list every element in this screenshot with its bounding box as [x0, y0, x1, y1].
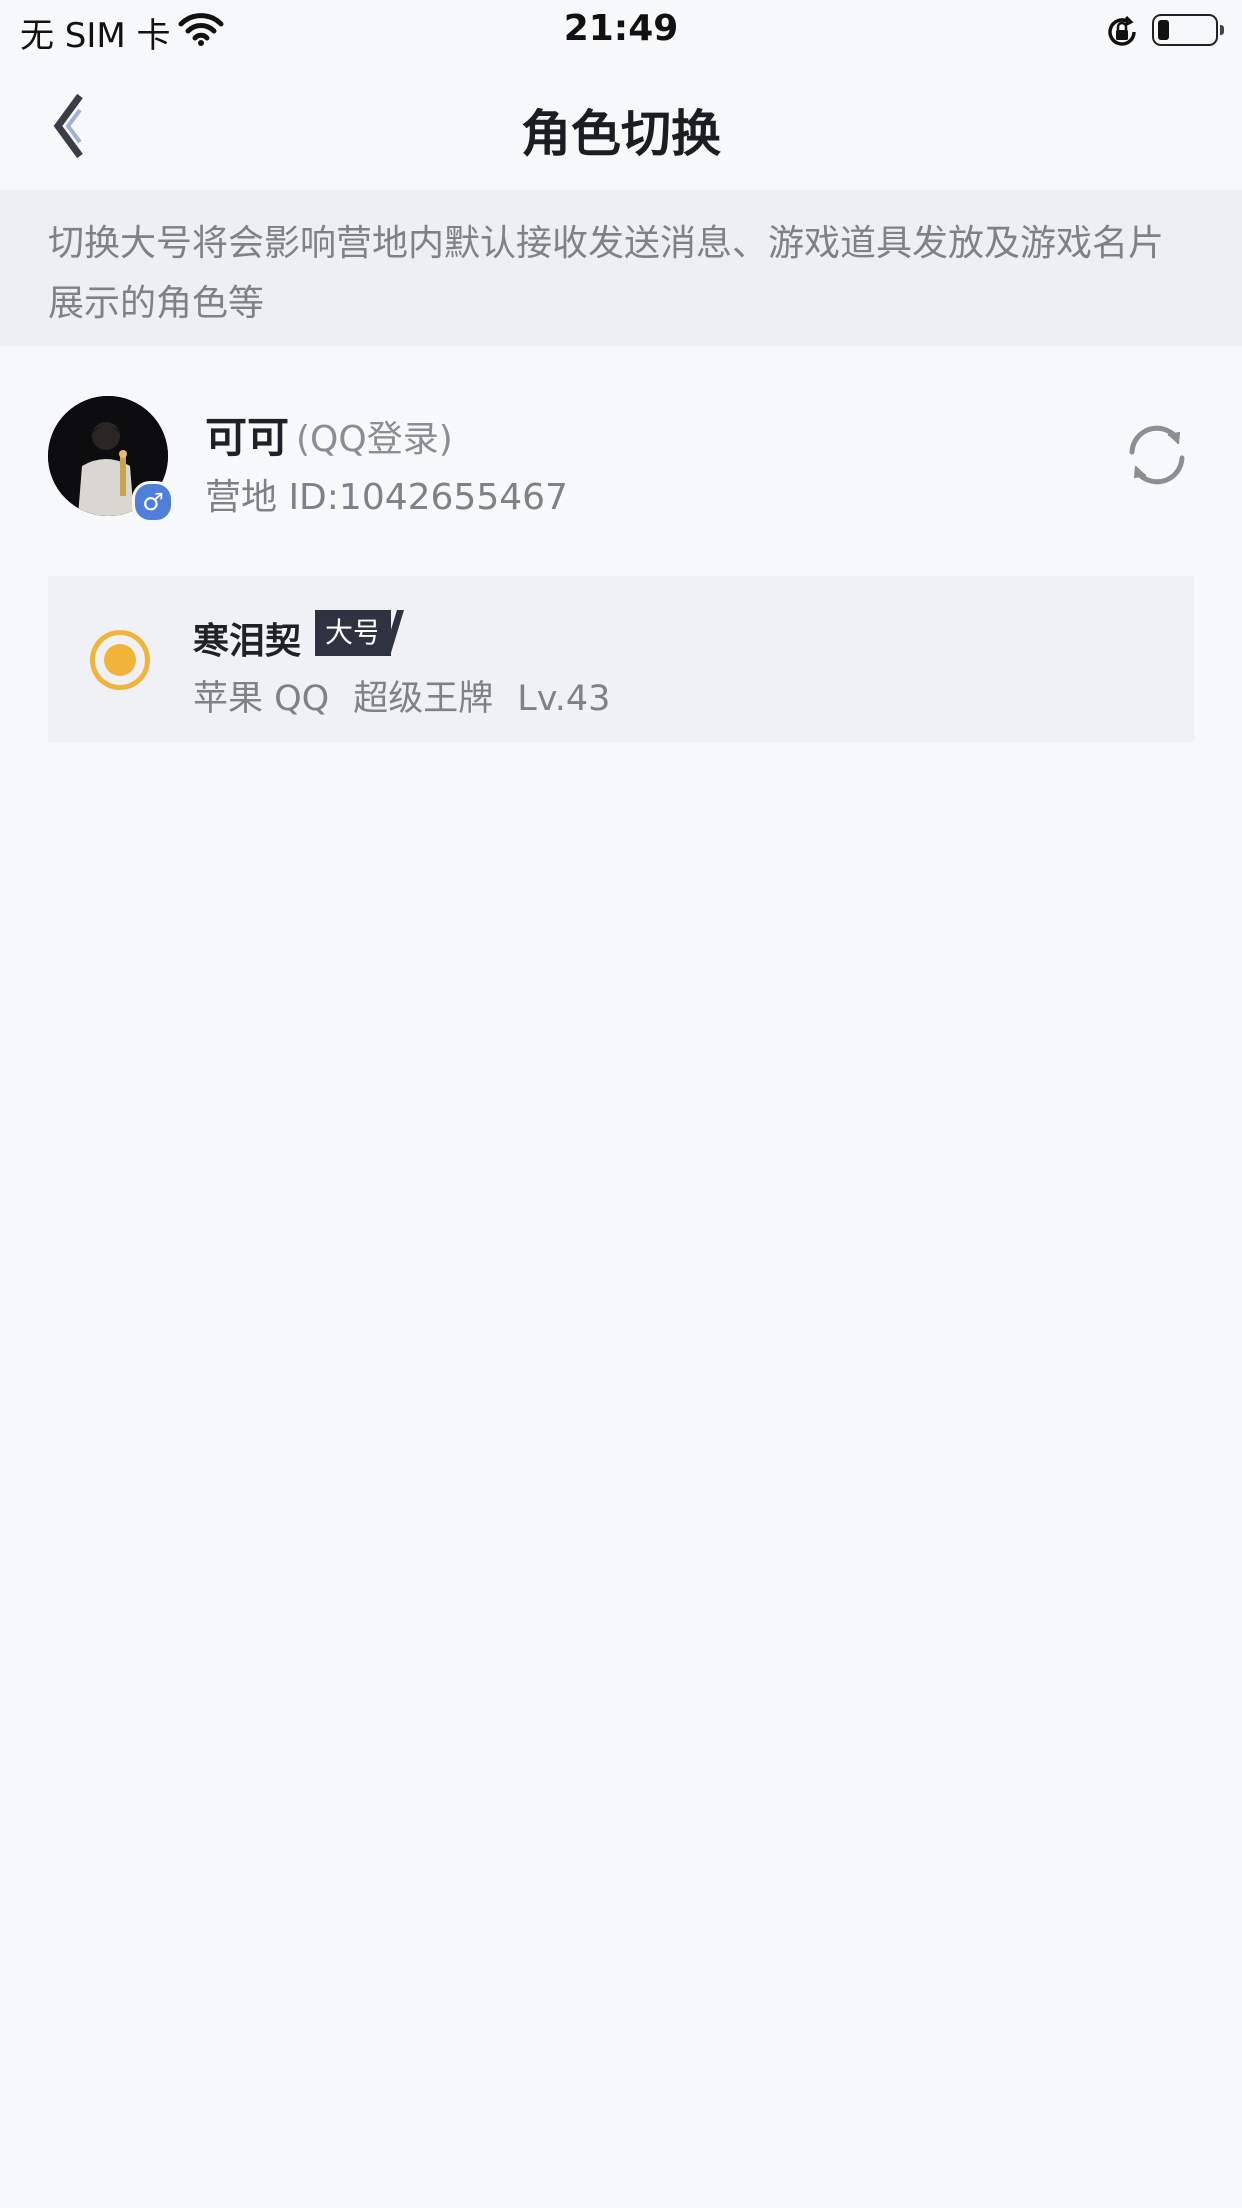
role-name: 寒泪契 [193, 621, 302, 662]
account-row: ♂ 可可 (QQ登录) 营地 ID:1042655467 [0, 386, 1242, 526]
notice-banner: 切换大号将会影响营地内默认接收发送消息、游戏道具发放及游戏名片展示的角色等 [0, 190, 1242, 346]
clock: 21:49 [563, 8, 679, 49]
refresh-icon[interactable] [1124, 422, 1190, 488]
battery-icon [1152, 14, 1224, 46]
radio-dot [104, 644, 136, 676]
role-info: 苹果 QQ 超级王牌 Lv.43 [193, 670, 634, 721]
login-type: (QQ登录) [296, 419, 453, 460]
rotation-lock-icon [1108, 15, 1136, 46]
role-rank: 超级王牌 [353, 679, 494, 719]
role-card[interactable]: 寒泪契 大号 苹果 QQ 超级王牌 Lv.43 [48, 576, 1194, 742]
role-platform: 苹果 QQ [193, 679, 330, 719]
account-name: 可可 [205, 413, 290, 462]
notice-text: 切换大号将会影响营地内默认接收发送消息、游戏道具发放及游戏名片展示的角色等 [48, 223, 1165, 324]
page-title: 角色切换 [521, 105, 721, 163]
role-level: Lv.43 [517, 679, 611, 719]
nav-bar: 角色切换 [0, 62, 1242, 190]
camp-id: 营地 ID:1042655467 [205, 477, 568, 518]
role-radio-selected[interactable] [90, 630, 150, 690]
gender-male-icon: ♂ [132, 481, 174, 523]
status-bar: 无 SIM 卡 21:49 [0, 0, 1242, 62]
